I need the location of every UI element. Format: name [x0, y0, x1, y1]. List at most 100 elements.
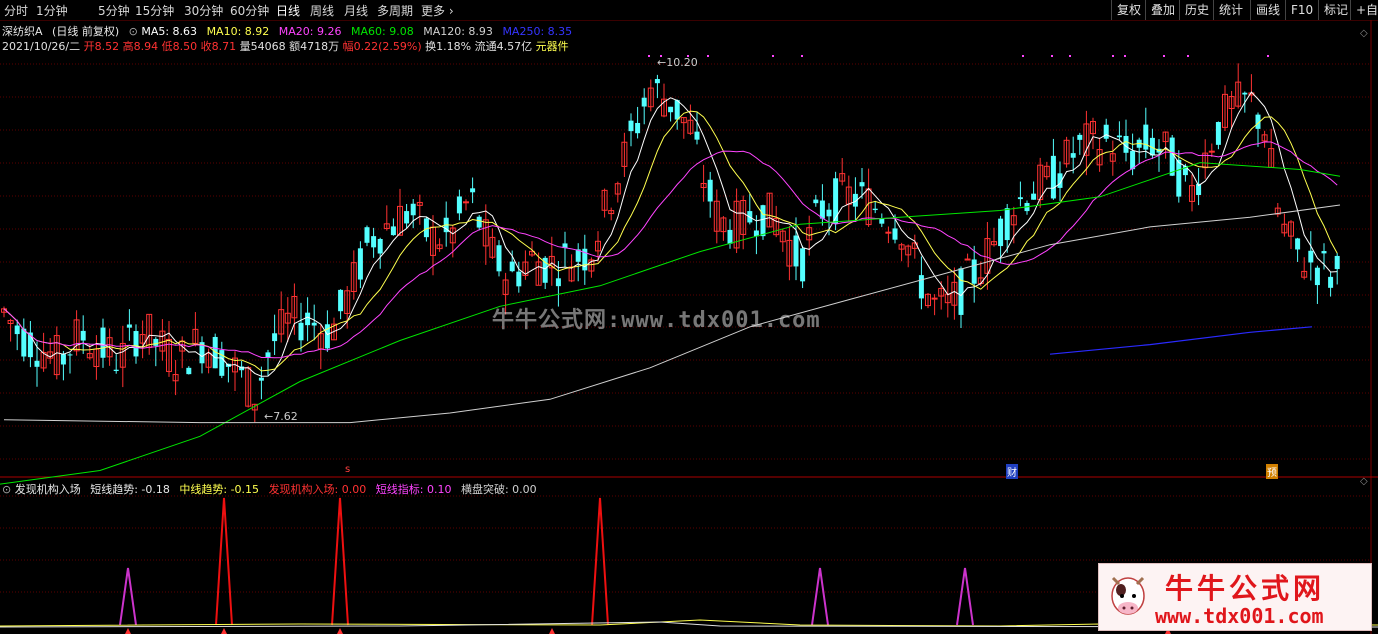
ma250-line — [1049, 326, 1313, 355]
signal-dot — [1112, 55, 1114, 57]
candle-down — [357, 248, 363, 280]
candle-up — [463, 201, 469, 204]
candle-down — [800, 248, 806, 282]
candle-down — [654, 79, 660, 84]
candle-up — [1208, 150, 1215, 153]
candle-down — [813, 199, 819, 204]
candle-down — [760, 205, 766, 237]
candle-down — [694, 131, 700, 140]
candle-down — [133, 331, 139, 357]
candle-down — [1050, 155, 1056, 199]
candle-down — [833, 178, 839, 224]
candle-down — [80, 330, 86, 341]
candle-down — [476, 216, 482, 228]
candle-up — [885, 231, 892, 234]
candle-down — [628, 120, 634, 132]
event-s-mark[interactable]: s — [345, 464, 350, 475]
candle-down — [14, 325, 20, 335]
candle-down — [635, 122, 641, 134]
candle-down — [338, 289, 344, 312]
logo-watermark: 牛牛公式网 www.tdx001.com — [1098, 563, 1372, 631]
cow-logo-icon — [1111, 576, 1145, 615]
signal-dot — [1163, 55, 1165, 57]
candle-down — [305, 312, 311, 326]
event-forecast-mark[interactable]: 预 — [1266, 464, 1278, 479]
buy-triangle — [549, 628, 555, 634]
candle-down — [265, 352, 271, 358]
candle-down — [1176, 159, 1182, 197]
candle-down — [364, 227, 370, 243]
low-price-mark: ←7.62 — [264, 410, 298, 423]
low-price-value: 7.62 — [273, 410, 298, 423]
candle-down — [186, 367, 192, 375]
candle-down — [826, 209, 832, 217]
collapse-icon-sub[interactable]: ⊙ — [2, 483, 11, 496]
candle-down — [707, 179, 713, 202]
candle-down — [21, 328, 27, 357]
candle-down — [1314, 267, 1320, 286]
candle-down — [1169, 137, 1175, 176]
candle-down — [1295, 238, 1301, 250]
signal-dot — [1051, 55, 1053, 57]
candle-down — [674, 100, 680, 120]
candle-down — [377, 239, 383, 254]
candle-down — [311, 322, 317, 326]
signal-dot — [707, 55, 709, 57]
candle-down — [496, 245, 502, 272]
top-dots — [648, 55, 1269, 57]
candle-down — [958, 268, 964, 315]
candle-up — [931, 297, 938, 300]
indicator-name: 发现机构入场 — [14, 483, 81, 496]
event-finance-mark[interactable]: 财 — [1006, 464, 1018, 479]
candle-down — [819, 200, 825, 219]
candle-down — [918, 275, 924, 299]
candle-down — [404, 211, 410, 224]
candle-down — [34, 360, 40, 367]
signal-dot — [1267, 55, 1269, 57]
candle-down — [1242, 92, 1248, 95]
entry-spike — [591, 497, 609, 626]
candle-down — [272, 333, 278, 342]
logo-title: 牛牛公式网 — [1165, 572, 1326, 605]
high-price-value: 10.20 — [666, 56, 698, 69]
candle-down — [67, 354, 73, 356]
candle-down — [456, 196, 462, 214]
candle-down — [859, 182, 865, 187]
candle-down — [668, 106, 674, 113]
entry-value: 发现机构入场: 0.00 — [268, 483, 367, 496]
buy-triangle — [337, 628, 343, 634]
candle-down — [60, 354, 66, 365]
short-index-spike — [956, 567, 974, 626]
candle-down — [258, 377, 264, 381]
signal-dot — [1187, 55, 1189, 57]
candle-down — [641, 97, 647, 107]
candle-down — [971, 259, 977, 284]
diamond-icon-sub: ◇ — [1360, 476, 1368, 487]
candle-down — [516, 271, 522, 287]
candle-down — [793, 235, 799, 267]
buy-triangle — [221, 628, 227, 634]
candle-down — [298, 322, 304, 341]
candle-down — [892, 228, 898, 240]
candle-down — [1077, 134, 1083, 140]
signal-dot — [801, 55, 803, 57]
candle-down — [1328, 276, 1334, 288]
candle-down — [872, 208, 878, 211]
buy-triangle — [125, 628, 131, 634]
candle-down — [998, 218, 1004, 247]
candle-down — [126, 324, 132, 328]
signal-dot — [1069, 55, 1071, 57]
candle-down — [1215, 122, 1221, 145]
signal-dot — [772, 55, 774, 57]
candle-down — [1116, 135, 1122, 138]
candle-down — [1321, 251, 1327, 254]
candle-down — [879, 218, 885, 224]
candle-down — [1004, 208, 1010, 241]
candle-down — [1070, 153, 1076, 158]
candle-down — [153, 338, 159, 346]
candle-down — [113, 369, 119, 372]
candlesticks — [1, 63, 1340, 423]
candle-down — [371, 236, 377, 248]
entry-spike — [331, 497, 349, 626]
candle-down — [1143, 124, 1149, 150]
